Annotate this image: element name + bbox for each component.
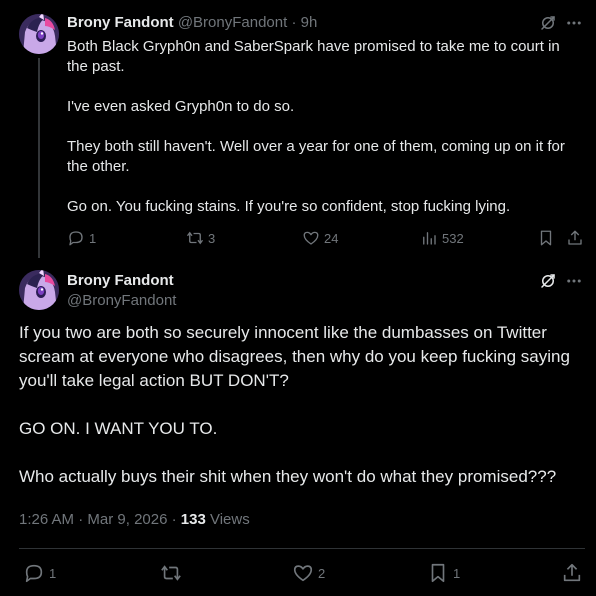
tweet-time[interactable]: 9h <box>301 14 318 31</box>
avatar[interactable] <box>19 270 59 310</box>
like-icon <box>303 231 319 245</box>
separator-dot: · <box>78 511 84 528</box>
views-count: 532 <box>442 230 464 246</box>
views-button[interactable]: 532 <box>420 229 464 247</box>
like-count: 2 <box>318 565 326 581</box>
tweet-date[interactable]: Mar 9, 2026 <box>87 511 167 528</box>
more-icon <box>567 21 581 25</box>
separator-dot: · <box>291 14 297 31</box>
grok-icon <box>541 16 555 30</box>
like-button[interactable]: 2 <box>292 562 325 584</box>
author-name[interactable]: Brony Fandont <box>67 272 174 289</box>
share-icon <box>568 230 582 245</box>
reply-button[interactable]: 1 <box>67 229 96 247</box>
views-icon <box>423 232 436 245</box>
avatar-pony-icon <box>19 14 59 54</box>
bookmark-button[interactable] <box>537 229 555 247</box>
reply-icon <box>69 231 83 246</box>
views-count: 133 <box>180 511 206 528</box>
grok-button[interactable] <box>539 272 557 290</box>
repost-icon <box>161 565 181 581</box>
share-button[interactable] <box>561 562 583 584</box>
like-count: 24 <box>324 230 339 246</box>
repost-count: 3 <box>208 230 216 246</box>
grok-icon <box>541 274 555 288</box>
tweet-time[interactable]: 1:26 AM <box>19 511 74 528</box>
tweet2-paragraph: If you two are both so securely innocent… <box>19 323 570 390</box>
bookmark-icon <box>540 230 552 246</box>
author-name[interactable]: Brony Fandont <box>67 14 174 31</box>
reply-count: 1 <box>49 565 57 581</box>
tweet1-paragraph: Go on. You fucking stains. If you're so … <box>67 198 511 215</box>
repost-icon <box>186 231 204 245</box>
like-icon <box>293 565 313 582</box>
thread-line <box>38 58 40 258</box>
bookmark-count: 1 <box>453 565 461 581</box>
tweet2-text: If you two are both so securely innocent… <box>19 321 589 489</box>
share-icon <box>563 563 581 582</box>
bookmark-icon <box>431 563 445 583</box>
more-button[interactable] <box>565 272 583 290</box>
repost-button[interactable]: 3 <box>186 229 215 247</box>
tweet1-text: Both Black Gryph0n and SaberSpark have p… <box>67 37 582 217</box>
grok-button[interactable] <box>539 14 557 32</box>
separator-dot: · <box>171 511 177 528</box>
more-button[interactable] <box>565 14 583 32</box>
repost-button[interactable] <box>160 562 182 584</box>
tweet2-paragraph: Who actually buys their shit when they w… <box>19 467 557 486</box>
more-icon <box>567 279 581 283</box>
tweet2-paragraph: GO ON. I WANT YOU TO. <box>19 419 218 438</box>
views-label: Views <box>209 511 250 528</box>
author-handle[interactable]: @BronyFandont <box>67 292 176 309</box>
reply-count: 1 <box>89 230 97 246</box>
tweet1-paragraph: They both still haven't. Well over a yea… <box>67 138 565 175</box>
divider <box>19 548 585 549</box>
tweet1-paragraph: Both Black Gryph0n and SaberSpark have p… <box>67 38 560 75</box>
author-handle[interactable]: @BronyFandont <box>178 14 287 31</box>
share-button[interactable] <box>566 229 584 247</box>
reply-button[interactable]: 1 <box>23 562 56 584</box>
tweet-meta: 1:26 AM · Mar 9, 2026 · 133 Views <box>19 511 250 528</box>
reply-icon <box>25 564 43 583</box>
avatar-pony-icon <box>19 270 59 310</box>
avatar[interactable] <box>19 14 59 54</box>
tweet1-header: Brony Fandont @BronyFandont · 9h <box>67 14 317 31</box>
tweet1-paragraph: I've even asked Gryph0n to do so. <box>67 98 295 115</box>
bookmark-button[interactable]: 1 <box>427 562 460 584</box>
like-button[interactable]: 24 <box>302 229 338 247</box>
